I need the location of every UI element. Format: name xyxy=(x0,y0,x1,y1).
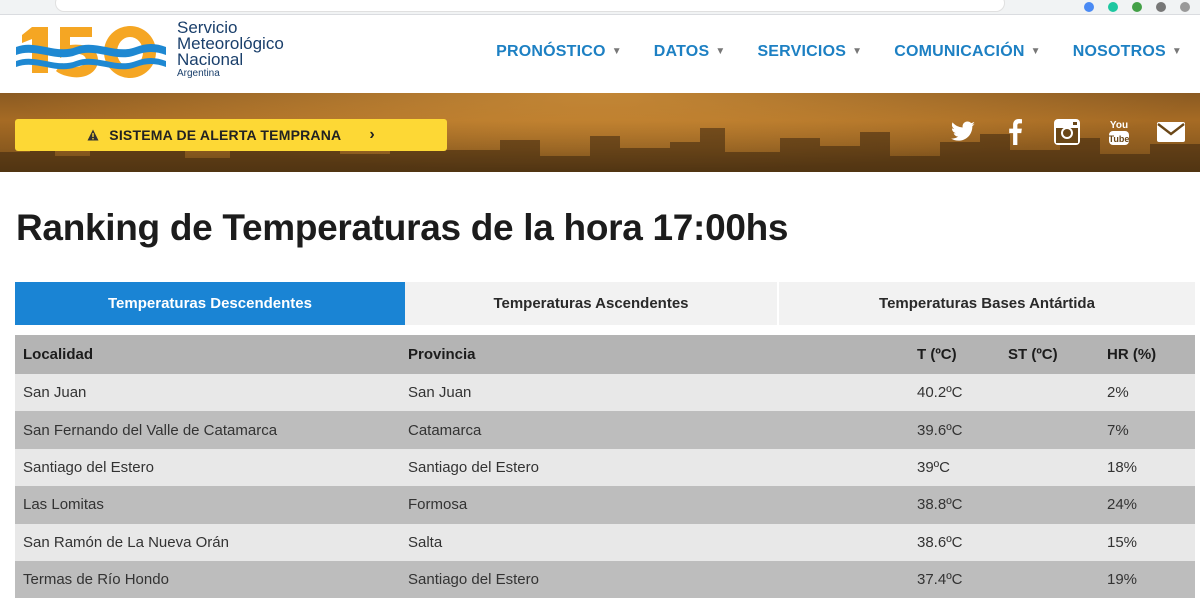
email-icon[interactable] xyxy=(1156,117,1186,147)
logo-wordmark: Servicio Meteorológico Nacional Argentin… xyxy=(177,19,284,80)
cell-provincia: Santiago del Estero xyxy=(408,571,539,589)
cell-localidad: Santiago del Estero xyxy=(23,458,154,476)
extension-icon[interactable] xyxy=(1108,2,1118,12)
page-title: Ranking de Temperaturas de la hora 17:00… xyxy=(16,207,789,248)
tab-temperaturas-bases-antartida[interactable]: Temperaturas Bases Antártida xyxy=(779,282,1195,325)
chevron-right-icon: › xyxy=(369,126,375,143)
cell-localidad: San Ramón de La Nueva Orán xyxy=(23,533,229,551)
chevron-down-icon: ▼ xyxy=(715,46,726,57)
column-header-sensacion-termica[interactable]: ST (ºC) xyxy=(1000,346,1099,363)
cell-temperatura: 38.8ºC xyxy=(917,496,963,514)
menu-icon[interactable] xyxy=(1180,2,1190,12)
chevron-down-icon: ▼ xyxy=(611,46,622,57)
tab-temperaturas-ascendentes[interactable]: Temperaturas Ascendentes xyxy=(405,282,779,325)
svg-text:Tube: Tube xyxy=(1109,134,1130,144)
facebook-icon[interactable] xyxy=(1000,117,1030,147)
cell-localidad: San Fernando del Valle de Catamarca xyxy=(23,421,278,439)
instagram-icon[interactable] xyxy=(1052,117,1082,147)
cell-temperatura: 38.6ºC xyxy=(917,533,963,551)
nav-pronostico-label: PRONÓSTICO xyxy=(496,43,606,60)
warning-icon xyxy=(87,129,99,141)
cell-localidad: Las Lomitas xyxy=(23,496,104,514)
cell-temperatura: 40.2ºC xyxy=(917,384,963,402)
early-warning-label: SISTEMA DE ALERTA TEMPRANA xyxy=(109,127,342,143)
cell-humedad: 18% xyxy=(1107,458,1138,476)
cell-localidad: San Juan xyxy=(23,384,87,402)
temperature-ranking-table: Localidad Provincia T (ºC) ST (ºC) HR (%… xyxy=(15,335,1195,599)
cell-temperatura: 39.6ºC xyxy=(917,421,963,439)
smn-logo[interactable]: Servicio Meteorológico Nacional Argentin… xyxy=(16,17,286,83)
cell-provincia: Salta xyxy=(408,533,443,551)
site-header: Servicio Meteorológico Nacional Argentin… xyxy=(0,15,1200,93)
table-row: San Fernando del Valle de Catamarca Cata… xyxy=(15,411,1195,449)
cell-provincia: Santiago del Estero xyxy=(408,458,539,476)
tab-temperaturas-descendentes[interactable]: Temperaturas Descendentes xyxy=(15,282,405,325)
chevron-down-icon: ▼ xyxy=(1171,46,1182,57)
extension-icon[interactable] xyxy=(1084,2,1094,12)
nav-comunicacion[interactable]: COMUNICACIÓN ▼ xyxy=(894,43,1041,61)
address-bar[interactable] xyxy=(55,0,1005,12)
cell-provincia: Catamarca xyxy=(408,421,482,439)
cell-temperatura: 39ºC xyxy=(917,458,950,476)
cell-humedad: 19% xyxy=(1107,571,1138,589)
table-row: Termas de Río Hondo Santiago del Estero … xyxy=(15,560,1195,599)
main-nav: PRONÓSTICO ▼ DATOS ▼ SERVICIOS ▼ COMUNICACI… xyxy=(496,43,1182,61)
browser-toolbar xyxy=(0,0,1200,15)
logo-line-4: Argentina xyxy=(177,68,220,79)
cell-provincia: San Juan xyxy=(408,384,472,402)
table-header-row: Localidad Provincia T (ºC) ST (ºC) HR (%… xyxy=(15,335,1195,374)
twitter-icon[interactable] xyxy=(948,117,978,147)
browser-extension-icons xyxy=(1084,0,1190,14)
early-warning-button[interactable]: SISTEMA DE ALERTA TEMPRANA › xyxy=(15,119,447,151)
extension-icon[interactable] xyxy=(1132,2,1142,12)
nav-datos[interactable]: DATOS ▼ xyxy=(654,43,726,61)
cell-localidad: Termas de Río Hondo xyxy=(23,571,169,589)
ranking-tabs: Temperaturas Descendentes Temperaturas A… xyxy=(15,282,1195,325)
table-row: San Juan San Juan 40.2ºC 2% xyxy=(15,374,1195,412)
cell-humedad: 2% xyxy=(1107,384,1129,402)
cell-humedad: 24% xyxy=(1107,496,1138,514)
svg-text:You: You xyxy=(1110,120,1128,131)
nav-datos-label: DATOS xyxy=(653,43,710,60)
chevron-down-icon: ▼ xyxy=(852,46,863,57)
nav-nosotros[interactable]: NOSOTROS ▼ xyxy=(1073,43,1182,61)
nav-nosotros-label: NOSOTROS xyxy=(1072,43,1166,60)
nav-servicios-label: SERVICIOS xyxy=(757,43,847,60)
extension-icon[interactable] xyxy=(1156,2,1166,12)
cell-provincia: Formosa xyxy=(408,496,468,514)
social-links: You Tube xyxy=(948,117,1186,147)
hero-banner: SISTEMA DE ALERTA TEMPRANA › You Tube xyxy=(0,93,1200,172)
youtube-icon[interactable]: You Tube xyxy=(1104,117,1134,147)
nav-comunicacion-label: COMUNICACIÓN xyxy=(894,43,1025,60)
table-row: Santiago del Estero Santiago del Estero … xyxy=(15,448,1195,487)
logo-line-3: Nacional xyxy=(177,50,244,69)
table-row: Las Lomitas Formosa 38.8ºC 24% xyxy=(15,486,1195,524)
cell-humedad: 7% xyxy=(1107,421,1129,439)
table-row: San Ramón de La Nueva Orán Salta 38.6ºC … xyxy=(15,523,1195,561)
nav-pronostico[interactable]: PRONÓSTICO ▼ xyxy=(496,43,622,61)
column-header-temperatura[interactable]: T (ºC) xyxy=(909,346,1000,363)
cell-temperatura: 37.4ºC xyxy=(917,571,963,589)
column-header-localidad[interactable]: Localidad xyxy=(15,346,400,363)
column-header-provincia[interactable]: Provincia xyxy=(400,346,909,363)
cell-humedad: 15% xyxy=(1107,533,1138,551)
column-header-humedad[interactable]: HR (%) xyxy=(1099,346,1195,363)
chevron-down-icon: ▼ xyxy=(1030,46,1041,57)
logo-150-mark xyxy=(16,26,166,78)
nav-servicios[interactable]: SERVICIOS ▼ xyxy=(757,43,862,61)
